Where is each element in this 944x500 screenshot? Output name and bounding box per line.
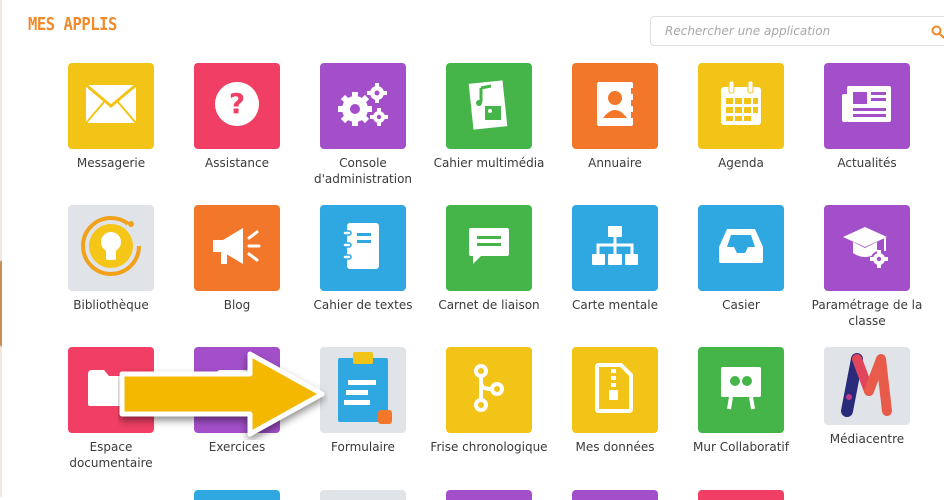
app-tile[interactable] — [320, 63, 406, 149]
app-tile[interactable] — [698, 205, 784, 291]
app-tile[interactable] — [446, 205, 532, 291]
app-label: Assistance — [205, 156, 269, 170]
partial-app-tile[interactable] — [194, 490, 280, 500]
app-label: Mes données — [575, 440, 655, 454]
multimedia-book-icon — [467, 78, 511, 134]
app-label: Agenda — [718, 156, 764, 170]
app-label: Console d'administration — [313, 156, 413, 186]
app-label: Paramétrage de la classe — [811, 298, 923, 328]
app-frise-chronologique[interactable]: Frise chronologique — [429, 347, 549, 455]
app-label: Actualités — [837, 156, 897, 170]
app-tile[interactable] — [572, 205, 658, 291]
app-label: Cahier multimédia — [433, 156, 545, 170]
address-book-icon — [595, 80, 635, 132]
app-mes-donnees[interactable]: Mes données — [555, 347, 675, 455]
notebook-icon — [342, 221, 383, 275]
app-tile[interactable] — [698, 347, 784, 433]
page-title: MES APPLIS — [28, 14, 117, 35]
app-carnet-de-liaison[interactable]: Carnet de liaison — [429, 205, 549, 313]
envelope-icon — [85, 83, 137, 128]
graduation-cap-gear-icon — [841, 223, 893, 273]
app-bibliotheque[interactable]: Bibliothèque — [51, 205, 171, 313]
app-label: Bibliothèque — [73, 298, 149, 312]
clipboard-form-icon — [330, 348, 396, 432]
app-label: Mur Collaboratif — [693, 440, 789, 454]
app-label: Carnet de liaison — [438, 298, 540, 312]
search-input[interactable] — [663, 23, 917, 39]
app-tile[interactable] — [824, 347, 910, 425]
app-tile[interactable] — [68, 63, 154, 149]
app-label: Messagerie — [76, 156, 146, 170]
app-tile[interactable] — [194, 205, 280, 291]
partial-app-tile[interactable] — [320, 490, 406, 500]
app-cahier-de-textes[interactable]: Cahier de textes — [303, 205, 423, 313]
app-agenda[interactable]: Agenda — [681, 63, 801, 171]
app-actualites[interactable]: Actualités — [807, 63, 927, 171]
app-label: Annuaire — [588, 156, 642, 170]
left-edge-strip — [0, 0, 2, 497]
app-cahier-multimedia[interactable]: Cahier multimédia — [429, 63, 549, 171]
app-assistance[interactable]: ? Assistance — [177, 63, 297, 171]
app-tile[interactable] — [824, 63, 910, 149]
inbox-tray-icon — [717, 227, 765, 269]
app-tile[interactable] — [446, 63, 532, 149]
app-tile[interactable] — [320, 205, 406, 291]
app-casier[interactable]: Casier — [681, 205, 801, 313]
app-tile[interactable] — [572, 63, 658, 149]
partial-app-tile[interactable] — [572, 490, 658, 500]
app-parametrage-classe[interactable]: Paramétrage de la classe — [807, 205, 927, 329]
collaborative-wall-icon — [717, 365, 765, 415]
svg-text:?: ? — [229, 87, 245, 120]
app-blog[interactable]: Blog — [177, 205, 297, 313]
megaphone-icon — [209, 224, 265, 272]
partial-app-tile[interactable] — [698, 490, 784, 500]
timeline-icon — [469, 363, 509, 417]
app-tile[interactable] — [572, 347, 658, 433]
app-tile[interactable] — [824, 205, 910, 291]
app-tile[interactable] — [68, 205, 154, 291]
chat-bubble-icon — [467, 226, 511, 270]
lightbulb-icon — [79, 214, 143, 282]
app-label: Frise chronologique — [430, 440, 548, 454]
app-annuaire[interactable]: Annuaire — [555, 63, 675, 171]
app-label: Casier — [722, 298, 760, 312]
app-tile[interactable] — [446, 347, 532, 433]
app-tile[interactable] — [698, 63, 784, 149]
app-label: Cahier de textes — [313, 298, 413, 312]
mediacentre-logo-icon — [841, 351, 893, 421]
gears-icon — [335, 79, 391, 133]
app-label: Blog — [223, 298, 251, 312]
search-box[interactable] — [650, 16, 944, 46]
sitemap-icon — [590, 224, 640, 272]
app-carte-mentale[interactable]: Carte mentale — [555, 205, 675, 313]
app-mur-collaboratif[interactable]: Mur Collaboratif — [681, 347, 801, 455]
partial-app-tile[interactable] — [446, 490, 532, 500]
app-label: Carte mentale — [571, 298, 659, 312]
calendar-icon — [719, 80, 763, 131]
app-tile[interactable]: ? — [194, 63, 280, 149]
app-mediacentre[interactable]: Médiacentre — [807, 347, 927, 447]
app-console-administration[interactable]: Console d'administration — [303, 63, 423, 187]
annotation-arrow — [118, 350, 328, 444]
question-icon: ? — [214, 81, 260, 131]
newspaper-icon — [841, 84, 893, 128]
search-icon[interactable] — [931, 24, 944, 43]
app-tile[interactable] — [320, 347, 406, 433]
zip-file-icon — [595, 363, 635, 417]
app-messagerie[interactable]: Messagerie — [51, 63, 171, 171]
app-label: Médiacentre — [829, 432, 905, 446]
